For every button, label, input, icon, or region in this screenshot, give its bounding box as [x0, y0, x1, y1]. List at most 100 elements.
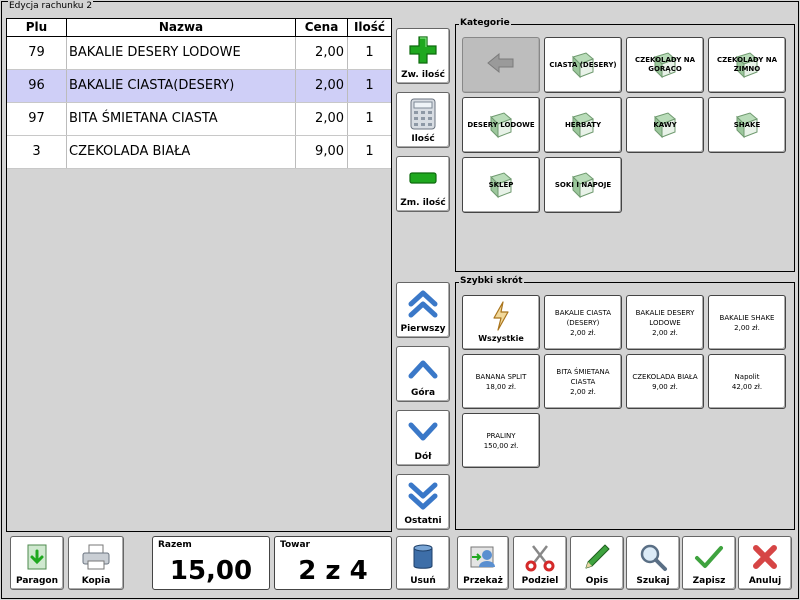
category-tile[interactable]: KAWY: [626, 97, 704, 153]
category-label: HERBATY: [564, 120, 602, 129]
copy-button[interactable]: Kopia: [68, 536, 124, 590]
quantity-button[interactable]: Ilość: [396, 92, 450, 148]
cancel-button[interactable]: Anuluj: [738, 536, 792, 590]
receipt-icon: [11, 537, 63, 576]
decrease-quantity-button[interactable]: Zm. ilość: [396, 156, 450, 212]
categories-grid: CIASTA (DESERY) CZEKOLADY NA GORĄCO CZEKOL…: [462, 37, 786, 213]
save-label: Zapisz: [692, 576, 726, 586]
first-label: Pierwszy: [400, 324, 446, 334]
cell-name: BAKALIE CIASTA(DESERY): [67, 70, 296, 102]
transfer-user-icon: [458, 537, 508, 576]
all-shortcuts-button[interactable]: Wszystkie: [462, 295, 540, 350]
cell-name: CZEKOLADA BIAŁA: [67, 136, 296, 168]
categories-panel: Kategorie CIASTA (DESERY) CZEKOLADY NA GO…: [455, 18, 795, 272]
category-tile[interactable]: HERBATY: [544, 97, 622, 153]
description-button[interactable]: Opis: [570, 536, 624, 590]
product-shortcut[interactable]: CZEKOLADA BIAŁA 9,00 zł.: [626, 354, 704, 409]
delete-button[interactable]: Usuń: [396, 536, 450, 590]
bill-items-table: Plu Nazwa Cena Ilość 79 BAKALIE DESERY LO…: [6, 18, 392, 532]
decrease-quantity-label: Zm. ilość: [400, 198, 446, 208]
product-shortcut[interactable]: BITA ŚMIETANA CIASTA 2,00 zł.: [544, 354, 622, 409]
search-button[interactable]: Szukaj: [626, 536, 680, 590]
product-shortcut[interactable]: PRALINY 150,00 zł.: [462, 413, 540, 468]
category-tile[interactable]: CIASTA (DESERY): [544, 37, 622, 93]
cancel-label: Anuluj: [748, 576, 782, 586]
save-button[interactable]: Zapisz: [682, 536, 736, 590]
product-name: CZEKOLADA BIAŁA: [632, 372, 698, 381]
down-button[interactable]: Dół: [396, 410, 450, 466]
product-price: 9,00 zł.: [652, 382, 678, 391]
product-shortcut[interactable]: BAKALIE SHAKE 2,00 zł.: [708, 295, 786, 350]
product-name: BAKALIE CIASTA (DESERY): [554, 308, 612, 327]
transfer-button[interactable]: Przekaż: [457, 536, 509, 590]
column-header-name[interactable]: Nazwa: [67, 19, 296, 36]
cell-plu: 79: [7, 37, 67, 69]
total-box: Razem 15,00: [152, 536, 270, 590]
up-label: Góra: [410, 388, 436, 398]
product-price: 2,00 zł.: [734, 323, 760, 332]
table-row[interactable]: 97 BITA ŚMIETANA CIASTA 2,00 1: [7, 103, 391, 136]
quantity-label: Ilość: [411, 134, 435, 144]
category-tile[interactable]: SOKI I NAPOJE: [544, 157, 622, 213]
category-tile[interactable]: CZEKOLADY NA GORĄCO: [626, 37, 704, 93]
minus-icon: [397, 157, 449, 198]
product-shortcut[interactable]: BAKALIE CIASTA (DESERY) 2,00 zł.: [544, 295, 622, 350]
cell-name: BAKALIE DESERY LODOWE: [67, 37, 296, 69]
category-tile[interactable]: DESERY LODOWE: [462, 97, 540, 153]
item-position-value: 2 z 4: [298, 556, 368, 586]
table-row[interactable]: 3 CZEKOLADA BIAŁA 9,00 1: [7, 136, 391, 169]
category-label: CZEKOLADY NA GORĄCO: [634, 56, 696, 73]
printer-icon: [69, 537, 123, 576]
plus-icon: [397, 29, 449, 70]
total-caption: Razem: [158, 540, 192, 550]
first-button[interactable]: Pierwszy: [396, 282, 450, 338]
all-shortcuts-label: Wszystkie: [478, 334, 524, 343]
lightning-icon: [493, 301, 509, 331]
up-button[interactable]: Góra: [396, 346, 450, 402]
product-shortcut[interactable]: Napolit 42,00 zł.: [708, 354, 786, 409]
cell-qty: 1: [365, 111, 374, 126]
product-name: BANANA SPLIT: [475, 372, 527, 381]
category-tile[interactable]: CZEKOLADY NA ZIMNO: [708, 37, 786, 93]
cell-price: 9,00: [296, 136, 348, 168]
product-name: Napolit: [734, 372, 760, 381]
close-icon: [739, 537, 791, 576]
increase-quantity-button[interactable]: Zw. ilość: [396, 28, 450, 84]
product-shortcut[interactable]: BAKALIE DESERY LODOWE 2,00 zł.: [626, 295, 704, 350]
product-price: 2,00 zł.: [652, 328, 678, 337]
product-price: 2,00 zł.: [570, 387, 596, 396]
cell-price: 2,00: [296, 70, 348, 102]
column-header-price[interactable]: Cena: [296, 19, 348, 36]
last-button[interactable]: Ostatni: [396, 474, 450, 530]
split-button[interactable]: Podziel: [513, 536, 567, 590]
transfer-label: Przekaż: [463, 576, 503, 586]
checkmark-icon: [683, 537, 735, 576]
database-icon: [397, 537, 449, 576]
category-tile[interactable]: SHAKE: [708, 97, 786, 153]
scissors-icon: [514, 537, 566, 576]
window-title: Edycja rachunku 2: [8, 1, 94, 11]
cell-plu: 96: [7, 70, 67, 102]
table-row[interactable]: 96 BAKALIE CIASTA(DESERY) 2,00 1: [7, 70, 391, 103]
column-header-qty[interactable]: Ilość: [348, 19, 391, 36]
delete-label: Usuń: [410, 576, 436, 586]
double-chevron-down-icon: [397, 475, 449, 516]
table-header: Plu Nazwa Cena Ilość: [7, 19, 391, 37]
quick-shortcuts-panel: Szybki skrót Wszystkie BAKALIE CIASTA (D…: [455, 276, 795, 530]
column-header-plu[interactable]: Plu: [7, 19, 67, 36]
table-row[interactable]: 79 BAKALIE DESERY LODOWE 2,00 1: [7, 37, 391, 70]
back-arrow-icon: [486, 51, 516, 79]
product-shortcut[interactable]: BANANA SPLIT 18,00 zł.: [462, 354, 540, 409]
receipt-button[interactable]: Paragon: [10, 536, 64, 590]
cell-plu: 97: [7, 103, 67, 135]
total-value: 15,00: [169, 556, 253, 586]
product-name: PRALINY: [486, 431, 516, 440]
category-back-button[interactable]: [462, 37, 540, 93]
cell-qty: 1: [365, 45, 374, 60]
quick-shortcuts-grid: Wszystkie BAKALIE CIASTA (DESERY) 2,00 zł…: [462, 295, 786, 468]
cell-qty: 1: [365, 144, 374, 159]
category-label: KAWY: [653, 120, 677, 129]
pencil-icon: [571, 537, 623, 576]
category-label: SOKI I NAPOJE: [554, 180, 612, 189]
category-tile[interactable]: SKLEP: [462, 157, 540, 213]
